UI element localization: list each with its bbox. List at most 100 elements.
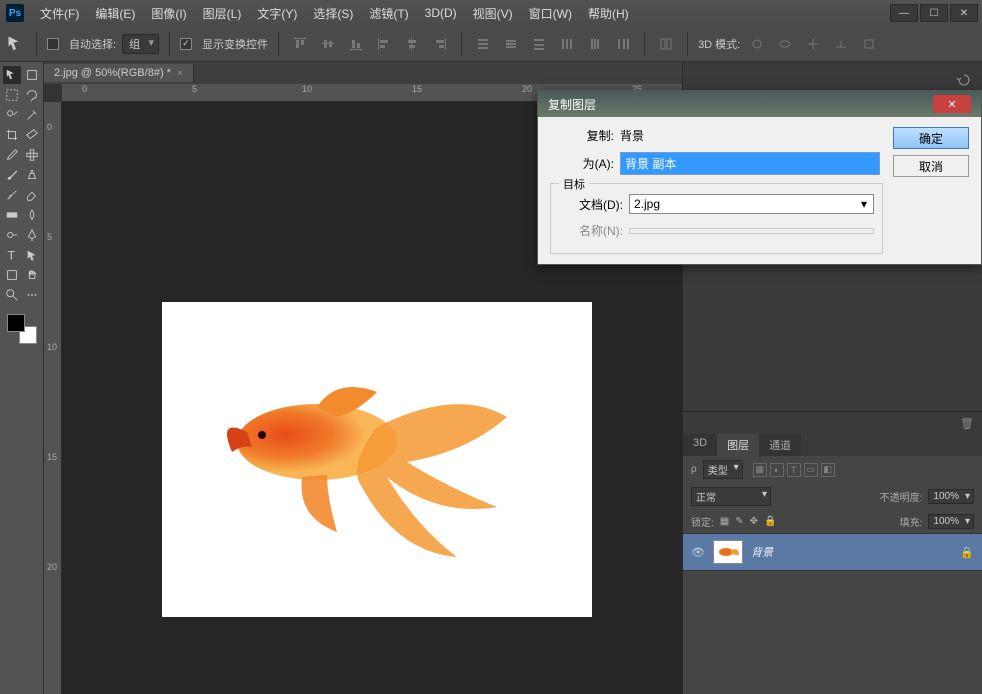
opacity-value-dropdown[interactable]: 100%: [928, 489, 974, 504]
lasso-tool[interactable]: [23, 86, 41, 104]
align-left-icon[interactable]: [373, 34, 395, 54]
menu-select[interactable]: 选择(S): [305, 5, 361, 22]
move-tool[interactable]: [3, 66, 21, 84]
align-right-icon[interactable]: [429, 34, 451, 54]
edit-toolbar[interactable]: [23, 286, 41, 304]
toolbox: T: [0, 62, 44, 694]
window-minimize-button[interactable]: —: [890, 4, 918, 22]
mode3d-pan-icon[interactable]: [802, 34, 824, 54]
distribute-top-icon[interactable]: [472, 34, 494, 54]
ruler-tick: 10: [302, 84, 312, 94]
spot-heal-tool[interactable]: [23, 146, 41, 164]
filter-type-icon[interactable]: T: [787, 463, 801, 477]
menu-edit[interactable]: 编辑(E): [87, 5, 143, 22]
panel-tab-channels[interactable]: 通道: [759, 434, 801, 456]
align-bottom-icon[interactable]: [345, 34, 367, 54]
ruler-tick: 0: [82, 84, 87, 94]
distribute-bottom-icon[interactable]: [528, 34, 550, 54]
duplicate-layer-dialog: 复制图层 ✕ 复制: 背景 为(A): 背景 副本 目标 文档(D): 2.jp…: [537, 90, 982, 265]
fill-value-dropdown[interactable]: 100%: [928, 514, 974, 529]
eyedropper-tool[interactable]: [3, 146, 21, 164]
slice-tool[interactable]: [23, 126, 41, 144]
mode3d-slide-icon[interactable]: [830, 34, 852, 54]
show-transform-checkbox[interactable]: [180, 38, 192, 50]
quick-select-tool[interactable]: [3, 106, 21, 124]
auto-align-icon[interactable]: [655, 34, 677, 54]
as-input[interactable]: 背景 副本: [620, 152, 880, 175]
shape-tool[interactable]: [3, 266, 21, 284]
opacity-label: 不透明度:: [880, 489, 923, 504]
path-select-tool[interactable]: [23, 246, 41, 264]
layers-panel: 3D 图层 通道 ρ 类型 ▦ ◐ T ▭ ◧ 正常 不透明度: 100%: [683, 434, 982, 694]
dialog-ok-button[interactable]: 确定: [893, 127, 969, 149]
trash-icon[interactable]: 🗑: [960, 417, 974, 430]
lock-position-icon[interactable]: ✥: [750, 516, 758, 527]
menu-help[interactable]: 帮助(H): [580, 5, 637, 22]
filter-adjust-icon[interactable]: ◐: [770, 463, 784, 477]
as-label: 为(A):: [550, 155, 614, 172]
dialog-close-button[interactable]: ✕: [933, 95, 971, 113]
history-brush-tool[interactable]: [3, 186, 21, 204]
panel-tab-3d[interactable]: 3D: [683, 434, 717, 456]
ruler-tick: 20: [47, 562, 57, 572]
layer-filter-dropdown[interactable]: 类型: [703, 460, 743, 479]
menu-image[interactable]: 图像(I): [143, 5, 194, 22]
menu-filter[interactable]: 滤镜(T): [361, 5, 416, 22]
distribute-hcenter-icon[interactable]: [584, 34, 606, 54]
marquee-tool[interactable]: [3, 86, 21, 104]
dodge-tool[interactable]: [3, 226, 21, 244]
mode3d-orbit-icon[interactable]: [746, 34, 768, 54]
svg-text:T: T: [7, 248, 15, 262]
document-dropdown[interactable]: 2.jpg: [629, 194, 874, 214]
crop-tool[interactable]: [3, 126, 21, 144]
dialog-cancel-button[interactable]: 取消: [893, 155, 969, 177]
align-top-icon[interactable]: [289, 34, 311, 54]
auto-select-type-dropdown[interactable]: 组: [122, 34, 159, 54]
history-panel-icon[interactable]: [954, 70, 974, 90]
zoom-tool[interactable]: [3, 286, 21, 304]
distribute-right-icon[interactable]: [612, 34, 634, 54]
brush-tool[interactable]: [3, 166, 21, 184]
lock-transparent-icon[interactable]: ▦: [720, 516, 729, 527]
layer-background[interactable]: 👁 背景 🔒: [683, 533, 982, 571]
type-tool[interactable]: T: [3, 246, 21, 264]
window-close-button[interactable]: ✕: [950, 4, 978, 22]
distribute-vcenter-icon[interactable]: [500, 34, 522, 54]
distribute-left-icon[interactable]: [556, 34, 578, 54]
blur-tool[interactable]: [23, 206, 41, 224]
artboard-tool[interactable]: [23, 66, 41, 84]
menu-type[interactable]: 文字(Y): [249, 5, 305, 22]
pen-tool[interactable]: [23, 226, 41, 244]
dialog-titlebar[interactable]: 复制图层 ✕: [538, 91, 981, 117]
align-vcenter-icon[interactable]: [317, 34, 339, 54]
color-swatches[interactable]: [7, 314, 37, 344]
window-maximize-button[interactable]: ☐: [920, 4, 948, 22]
auto-select-checkbox[interactable]: [47, 38, 59, 50]
menu-view[interactable]: 视图(V): [465, 5, 521, 22]
ruler-tick: 5: [192, 84, 197, 94]
mode3d-scale-icon[interactable]: [858, 34, 880, 54]
document-tab[interactable]: 2.jpg @ 50%(RGB/8#) * ×: [44, 64, 194, 82]
hand-tool[interactable]: [23, 266, 41, 284]
filter-shape-icon[interactable]: ▭: [804, 463, 818, 477]
move-tool-indicator-icon: [6, 34, 26, 54]
lock-all-icon[interactable]: 🔒: [764, 516, 776, 527]
mode3d-roll-icon[interactable]: [774, 34, 796, 54]
gradient-tool[interactable]: [3, 206, 21, 224]
lock-image-icon[interactable]: ✎: [735, 516, 743, 527]
filter-smart-icon[interactable]: ◧: [821, 463, 835, 477]
menu-layer[interactable]: 图层(L): [195, 5, 250, 22]
filter-pixel-icon[interactable]: ▦: [753, 463, 767, 477]
foreground-color-swatch[interactable]: [7, 314, 25, 332]
visibility-eye-icon[interactable]: 👁: [691, 546, 705, 559]
menu-file[interactable]: 文件(F): [32, 5, 87, 22]
menu-window[interactable]: 窗口(W): [521, 5, 580, 22]
tab-close-icon[interactable]: ×: [177, 68, 183, 79]
blend-mode-dropdown[interactable]: 正常: [691, 487, 771, 506]
magic-wand-tool[interactable]: [23, 106, 41, 124]
eraser-tool[interactable]: [23, 186, 41, 204]
align-hcenter-icon[interactable]: [401, 34, 423, 54]
menu-3d[interactable]: 3D(D): [417, 6, 465, 20]
panel-tab-layers[interactable]: 图层: [717, 434, 759, 456]
clone-stamp-tool[interactable]: [23, 166, 41, 184]
